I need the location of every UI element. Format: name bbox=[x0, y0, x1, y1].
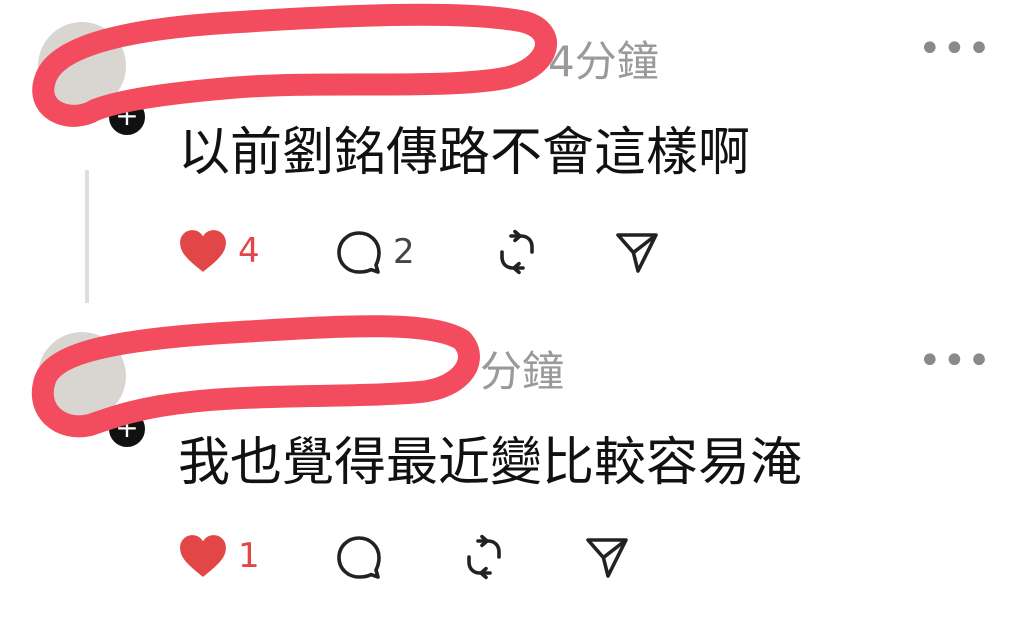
heart-filled-icon bbox=[178, 228, 228, 274]
comment-bubble-icon bbox=[335, 228, 383, 276]
comment-timestamp: 分鐘 bbox=[480, 347, 565, 396]
repost-button[interactable] bbox=[460, 533, 508, 581]
heart-filled-icon bbox=[178, 533, 228, 579]
more-horizontal-icon[interactable]: ••• bbox=[918, 338, 992, 384]
avatar[interactable] bbox=[38, 22, 126, 110]
send-icon bbox=[613, 228, 661, 276]
avatar[interactable] bbox=[38, 332, 126, 420]
comment-text: 以前劉銘傳路不會這樣啊 bbox=[178, 123, 751, 183]
redaction-scribble bbox=[31, 3, 557, 438]
comment-timestamp: 4分鐘 bbox=[548, 37, 659, 86]
like-count: 1 bbox=[238, 536, 260, 576]
comment-bubble-icon bbox=[335, 533, 383, 581]
reply-count: 2 bbox=[393, 232, 415, 272]
thread-line bbox=[85, 170, 89, 303]
like-count: 4 bbox=[238, 231, 260, 271]
share-button[interactable] bbox=[613, 228, 661, 276]
like-button[interactable]: 4 bbox=[178, 228, 260, 274]
like-button[interactable]: 1 bbox=[178, 533, 260, 579]
comment-text: 我也覺得最近變比較容易淹 bbox=[178, 433, 803, 493]
repost-button[interactable] bbox=[493, 228, 541, 276]
plus-icon[interactable]: + bbox=[106, 96, 148, 138]
more-horizontal-icon[interactable]: ••• bbox=[918, 26, 992, 72]
reply-button[interactable]: 2 bbox=[335, 228, 415, 276]
share-button[interactable] bbox=[583, 533, 631, 581]
repost-icon bbox=[493, 228, 541, 276]
plus-icon[interactable]: + bbox=[106, 408, 148, 450]
reply-button[interactable] bbox=[335, 533, 383, 581]
repost-icon bbox=[460, 533, 508, 581]
comments-page: + 4分鐘 ••• 以前劉銘傳路不會這樣啊 4 2 + 分鐘 ••• 我也覺得最… bbox=[0, 0, 1013, 623]
send-icon bbox=[583, 533, 631, 581]
